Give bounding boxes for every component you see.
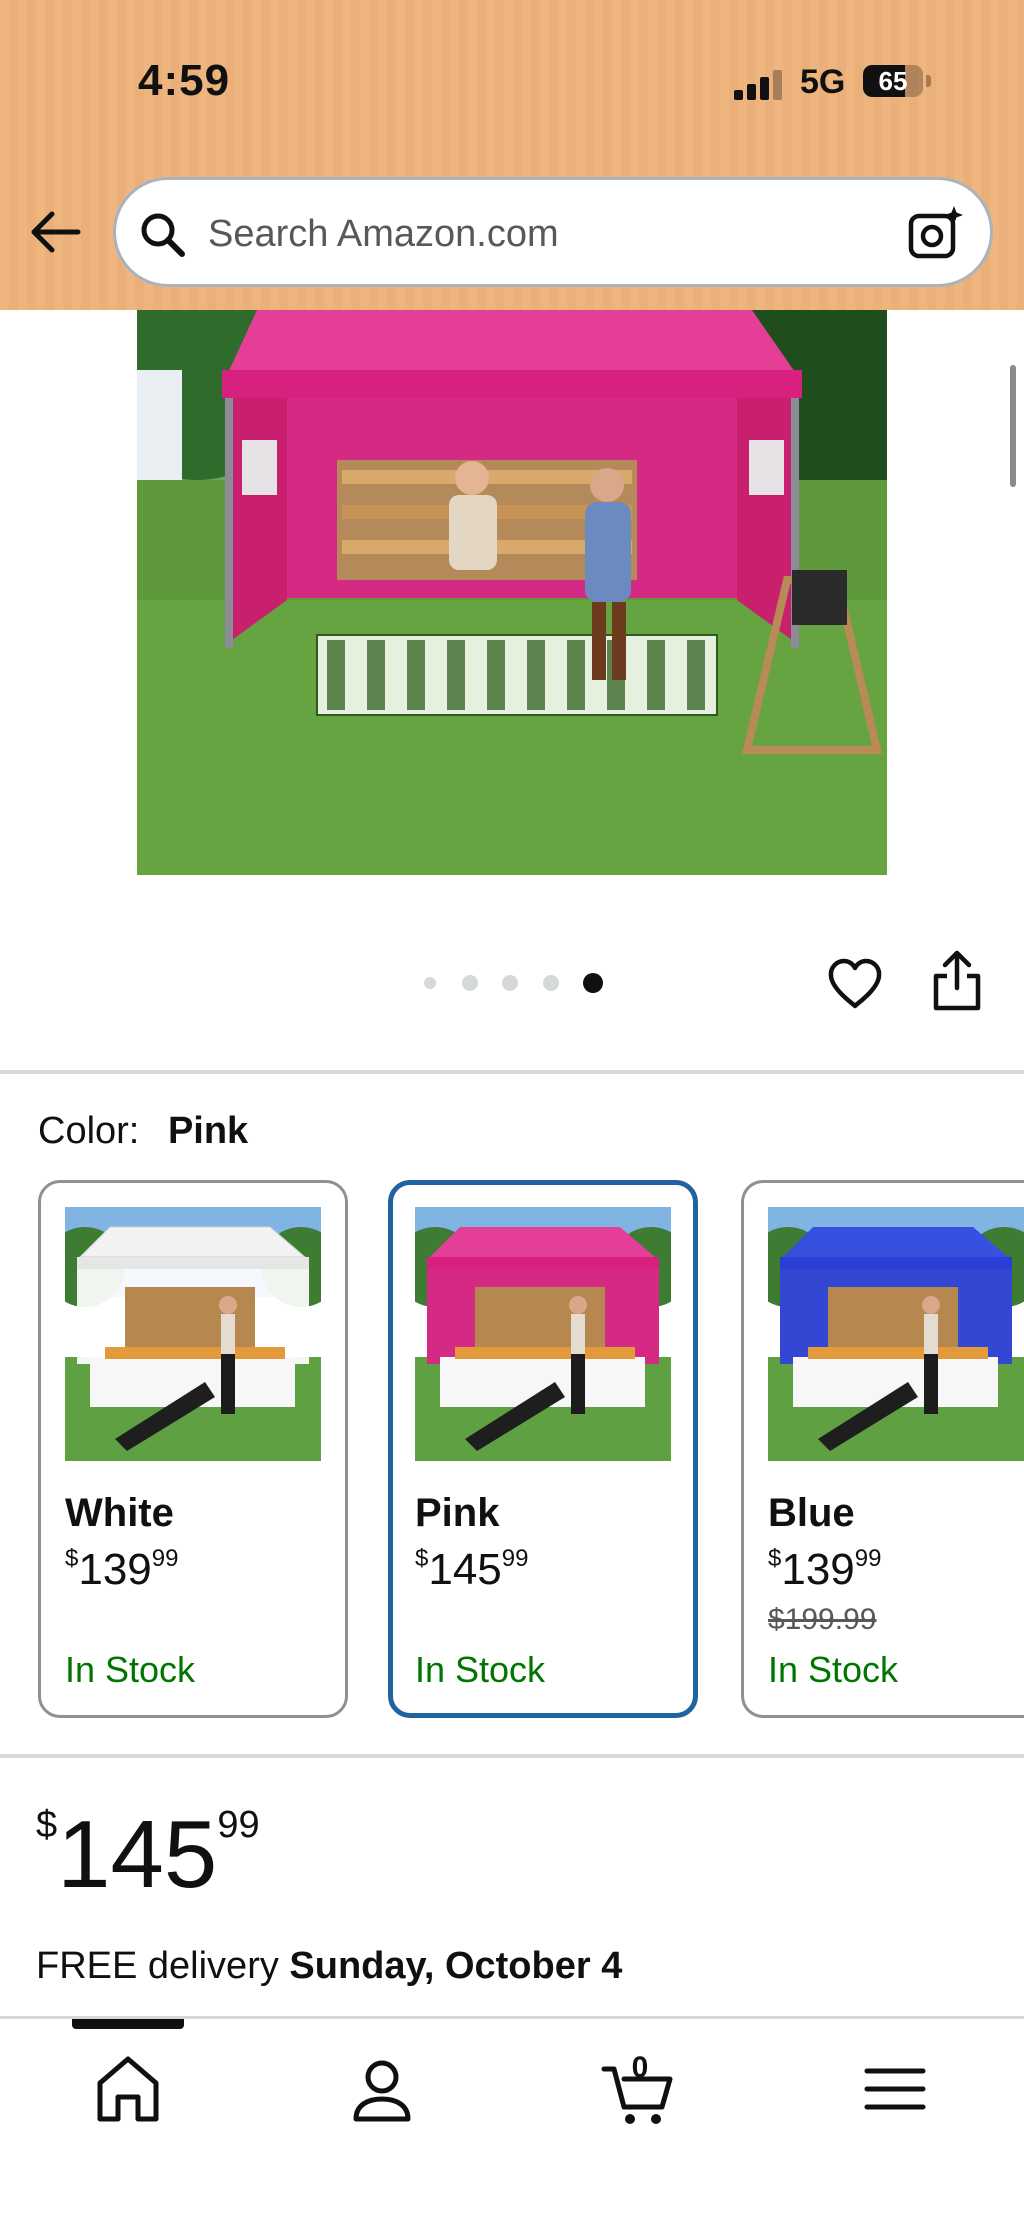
section-divider (0, 1070, 1024, 1074)
search-icon (141, 213, 185, 257)
swatch-color-name: White (65, 1491, 174, 1535)
search-input[interactable] (208, 206, 848, 262)
pagination-dot-active[interactable] (583, 973, 603, 993)
swatch-image (65, 1207, 321, 1461)
page-scrollbar[interactable] (1010, 365, 1016, 487)
section-divider (0, 1754, 1024, 1758)
search-bar[interactable] (113, 177, 993, 287)
product-price: $14599 (36, 1800, 260, 1910)
product-image[interactable] (137, 310, 887, 875)
price-cents: 99 (217, 1804, 260, 1846)
status-time: 4:59 (138, 56, 231, 105)
swatch-stock-status: In Stock (768, 1649, 899, 1690)
swatch-stock-status: In Stock (415, 1649, 546, 1690)
pagination-dot[interactable] (462, 975, 478, 991)
pagination-dot[interactable] (543, 975, 559, 991)
price-dollars: 145 (57, 1801, 218, 1908)
swatch-list-price: $199.99 (768, 1603, 877, 1636)
delivery-date: Sunday, October 4 (289, 1945, 623, 1987)
color-swatch-blue[interactable]: Blue $13999 $199.99 In Stock (741, 1180, 1024, 1718)
swatch-price: $13999 (65, 1545, 179, 1594)
battery-icon: 65 (863, 65, 923, 97)
price-currency: $ (36, 1804, 58, 1846)
color-swatch-pink[interactable]: Pink $14599 In Stock (388, 1180, 698, 1718)
delivery-info: FREE delivery Sunday, October 4 (36, 1945, 622, 1988)
back-arrow-icon[interactable] (30, 206, 82, 258)
delivery-prefix: FREE delivery (36, 1945, 279, 1987)
header-bar: 4:59 5G 65 (0, 0, 1024, 310)
heart-icon[interactable] (826, 955, 884, 1013)
swatch-stock-status: In Stock (65, 1649, 196, 1690)
swatch-image (415, 1207, 671, 1461)
swatch-price: $14599 (415, 1545, 529, 1594)
cart-button[interactable]: 0 (600, 2049, 680, 2129)
network-type: 5G (800, 63, 846, 101)
color-selection-label: Color: Pink (38, 1110, 248, 1153)
color-selected-value: Pink (167, 1110, 249, 1152)
cart-count: 0 (631, 2051, 649, 2084)
color-swatch-white[interactable]: White $13999 In Stock (38, 1180, 348, 1718)
cellular-signal-icon (734, 68, 784, 100)
home-icon[interactable] (88, 2049, 168, 2129)
pagination-dot[interactable] (502, 975, 518, 991)
share-icon[interactable] (930, 950, 984, 1012)
swatch-color-name: Blue (768, 1491, 855, 1535)
camera-search-icon[interactable] (906, 204, 966, 264)
pagination-dot[interactable] (424, 977, 436, 989)
menu-icon[interactable] (855, 2049, 935, 2129)
swatch-color-name: Pink (415, 1491, 500, 1535)
bottom-navigation: 0 (0, 2016, 1024, 2226)
battery-level: 65 (878, 66, 908, 96)
battery-tip (926, 75, 931, 87)
account-icon[interactable] (342, 2049, 422, 2129)
color-label: Color: (38, 1110, 140, 1152)
active-tab-indicator (72, 2019, 184, 2029)
swatch-price: $13999 (768, 1545, 882, 1594)
swatch-image (768, 1207, 1024, 1461)
